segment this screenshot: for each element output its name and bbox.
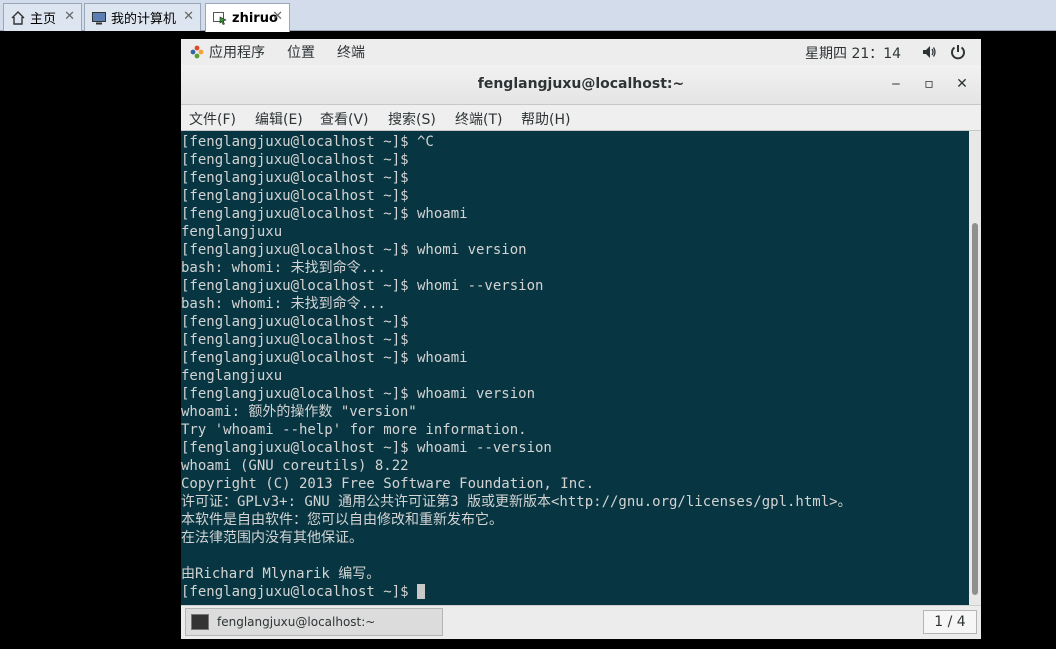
terminal-line: [fenglangjuxu@localhost ~]$ bbox=[181, 152, 409, 168]
clock[interactable]: 星期四 21：14 bbox=[805, 43, 901, 63]
terminal-line: fenglangjuxu bbox=[181, 368, 283, 384]
terminal-line: 许可证：GPLv3+: GNU 通用公共许可证第3 版或更新版本<http://… bbox=[181, 494, 852, 510]
topbar-menu-terminal[interactable]: 终端 bbox=[337, 42, 365, 62]
terminal-line: [fenglangjuxu@localhost ~]$ bbox=[181, 332, 409, 348]
volume-icon[interactable] bbox=[921, 44, 937, 60]
terminal-icon bbox=[191, 614, 209, 630]
scrollbar-thumb[interactable] bbox=[972, 223, 978, 595]
terminal-line: [fenglangjuxu@localhost ~]$ bbox=[181, 170, 409, 186]
terminal-output[interactable]: [fenglangjuxu@localhost ~]$ ^C [fenglangj… bbox=[181, 131, 969, 605]
menu-file[interactable]: 文件(F) bbox=[189, 109, 236, 129]
close-icon[interactable]: ✕ bbox=[64, 9, 75, 24]
terminal-line: [fenglangjuxu@localhost ~]$ bbox=[181, 188, 409, 204]
menu-terminal[interactable]: 终端(T) bbox=[455, 109, 502, 129]
topbar-menu-places[interactable]: 位置 bbox=[287, 42, 315, 62]
menu-edit[interactable]: 编辑(E) bbox=[255, 109, 303, 129]
menu-search[interactable]: 搜索(S) bbox=[388, 109, 436, 129]
host-tab-zhiruo[interactable]: zhiruo ✕ bbox=[205, 3, 290, 32]
maximize-button[interactable]: ▫ bbox=[920, 75, 938, 93]
vm-screen: 应用程序 位置 终端 星期四 21：14 fenglangjuxu@localh… bbox=[181, 39, 981, 639]
menu-view[interactable]: 查看(V) bbox=[320, 109, 369, 129]
window-title: fenglangjuxu@localhost:~ bbox=[477, 76, 685, 92]
terminal-line: 在法律范围内没有其他保证。 bbox=[181, 530, 363, 546]
terminal-line: bash: whomi: 未找到命令... bbox=[181, 260, 386, 276]
workspace-indicator[interactable]: 1 / 4 bbox=[923, 610, 977, 634]
window-list-bar: fenglangjuxu@localhost:~ 1 / 4 bbox=[181, 605, 981, 639]
terminal-line: [fenglangjuxu@localhost ~]$ whoami bbox=[181, 206, 468, 222]
close-button[interactable]: ✕ bbox=[953, 75, 971, 93]
host-tab-label: 主页 bbox=[30, 12, 57, 27]
prompt-text: [fenglangjuxu@localhost ~]$ bbox=[181, 584, 418, 600]
window-titlebar[interactable]: fenglangjuxu@localhost:~ ‒ ▫ ✕ bbox=[181, 65, 981, 105]
host-tab-my-computer[interactable]: 我的计算机 ✕ bbox=[84, 3, 201, 31]
terminal-line: [fenglangjuxu@localhost ~]$ ^C bbox=[181, 134, 434, 150]
terminal-line: 由Richard Mlynarik 编写。 bbox=[181, 566, 381, 582]
terminal-line: [fenglangjuxu@localhost ~]$ whoami --ver… bbox=[181, 440, 552, 456]
host-tab-home[interactable]: 主页 ✕ bbox=[3, 3, 82, 31]
terminal-line: [fenglangjuxu@localhost ~]$ bbox=[181, 314, 409, 330]
terminal-line: Copyright (C) 2013 Free Software Foundat… bbox=[181, 476, 595, 492]
terminal-line: Try 'whoami --help' for more information… bbox=[181, 422, 527, 438]
gnome-top-bar: 应用程序 位置 终端 星期四 21：14 bbox=[181, 39, 981, 65]
terminal-line: [fenglangjuxu@localhost ~]$ whoami bbox=[181, 350, 468, 366]
terminal-line: [fenglangjuxu@localhost ~]$ whoami versi… bbox=[181, 386, 536, 402]
host-tab-label: 我的计算机 bbox=[111, 12, 177, 27]
menu-help[interactable]: 帮助(H) bbox=[521, 109, 570, 129]
terminal-scrollbar[interactable] bbox=[969, 131, 981, 605]
terminal-line: whoami (GNU coreutils) 8.22 bbox=[181, 458, 409, 474]
terminal-line: 本软件是自由软件：您可以自由修改和重新发布它。 bbox=[181, 512, 503, 528]
taskbar-item-label: fenglangjuxu@localhost:~ bbox=[217, 615, 376, 629]
text-cursor bbox=[417, 584, 426, 599]
home-icon bbox=[10, 10, 26, 26]
close-icon[interactable]: ✕ bbox=[183, 9, 194, 24]
terminal-line: [fenglangjuxu@localhost ~]$ whomi --vers… bbox=[181, 278, 544, 294]
close-icon[interactable]: ✕ bbox=[272, 9, 283, 24]
host-tab-strip: 主页 ✕ 我的计算机 ✕ zhiruo ✕ bbox=[0, 0, 1056, 32]
topbar-menu-applications[interactable]: 应用程序 bbox=[209, 42, 265, 62]
terminal-prompt-line[interactable]: [fenglangjuxu@localhost ~]$ bbox=[181, 583, 969, 601]
minimize-button[interactable]: ‒ bbox=[887, 75, 905, 93]
applications-icon bbox=[190, 45, 204, 59]
terminal-line: bash: whomi: 未找到命令... bbox=[181, 296, 386, 312]
taskbar-item-terminal[interactable]: fenglangjuxu@localhost:~ bbox=[185, 608, 443, 636]
host-tab-label: zhiruo bbox=[232, 10, 278, 26]
terminal-menubar: 文件(F) 编辑(E) 查看(V) 搜索(S) 终端(T) 帮助(H) bbox=[181, 105, 981, 131]
power-icon[interactable] bbox=[949, 43, 967, 61]
terminal-line: whoami: 额外的操作数 "version" bbox=[181, 404, 417, 420]
vm-icon bbox=[212, 10, 228, 26]
computer-icon bbox=[91, 10, 107, 26]
terminal-line: fenglangjuxu bbox=[181, 224, 283, 240]
terminal-line: [fenglangjuxu@localhost ~]$ whomi versio… bbox=[181, 242, 527, 258]
